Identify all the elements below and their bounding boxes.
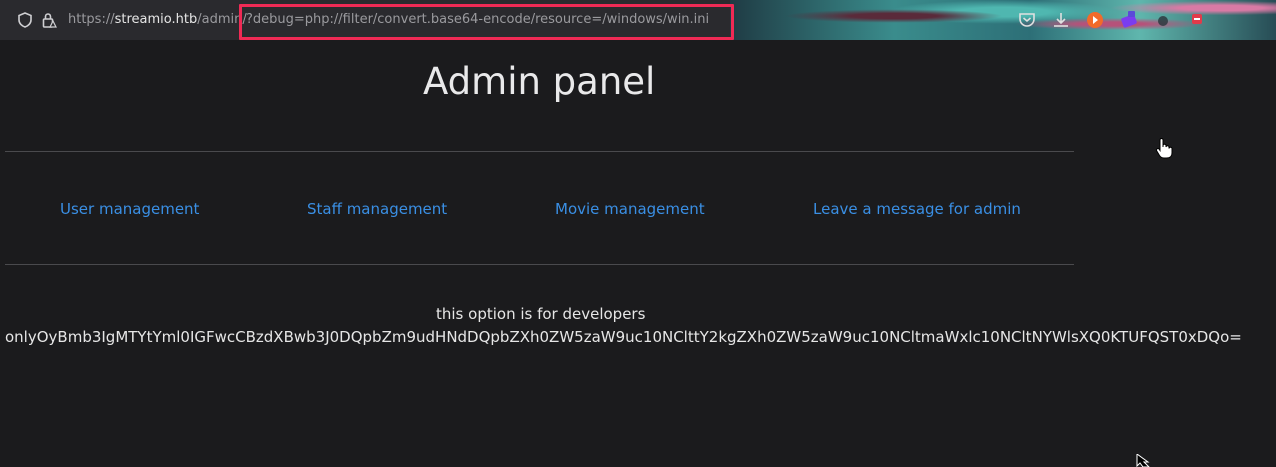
developer-note: this option is for developers [436,305,646,323]
browser-viewport: https://streamio.htb/admin/ ?debug=php:/… [0,0,1276,467]
nav-link-movie-management[interactable]: Movie management [555,200,705,218]
url-text[interactable]: https://streamio.htb/admin/ [68,12,247,27]
nav-link-user-management[interactable]: User management [60,200,199,218]
base64-output: onlyOyBmb3IgMTYtYml0IGFwcCBzdXBwb3J0DQpb… [5,328,1242,346]
nav-link-staff-management[interactable]: Staff management [307,200,447,218]
divider-bottom [5,264,1074,265]
download-icon[interactable] [1051,10,1071,30]
extension-purple-icon[interactable] [1119,10,1139,30]
arrow-cursor-icon [1136,454,1150,467]
lock-icon[interactable] [40,11,58,29]
url-host: streamio.htb [114,12,198,27]
divider-top [5,151,1074,152]
nav-link-leave-message[interactable]: Leave a message for admin [813,200,1021,218]
page-title: Admin panel [423,60,656,103]
extension-red-icon[interactable] [1187,10,1207,30]
url-scheme: https:// [68,12,115,27]
shield-icon[interactable] [16,11,34,29]
url-highlight-box [239,4,734,40]
extension-dark-icon[interactable] [1153,10,1173,30]
extension-orange-icon[interactable] [1085,10,1105,30]
browser-address-bar: https://streamio.htb/admin/ ?debug=php:/… [0,0,1276,40]
hand-cursor-icon [1155,138,1173,159]
pocket-icon[interactable] [1017,10,1037,30]
